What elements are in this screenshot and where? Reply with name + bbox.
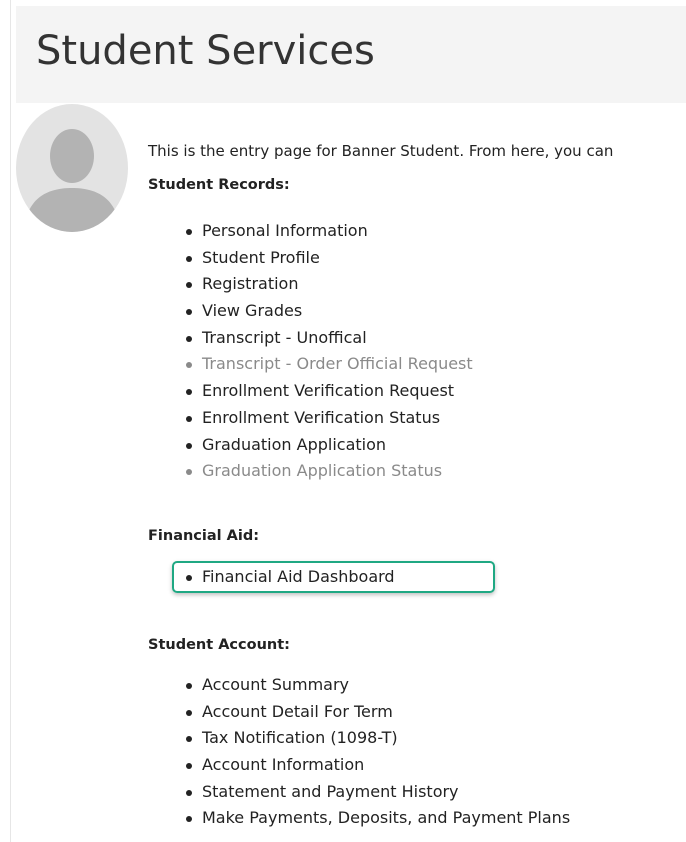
link-personal-information[interactable]: Personal Information bbox=[186, 218, 473, 245]
page-title: Student Services bbox=[36, 28, 375, 74]
link-enrollment-verification-status[interactable]: Enrollment Verification Status bbox=[186, 405, 473, 432]
intro-text: This is the entry page for Banner Studen… bbox=[148, 142, 614, 160]
link-account-information[interactable]: Account Information bbox=[186, 752, 570, 779]
section-heading-student-account: Student Account: bbox=[148, 637, 290, 653]
link-graduation-application[interactable]: Graduation Application bbox=[186, 432, 473, 459]
link-tax-notification[interactable]: Tax Notification (1098-T) bbox=[186, 725, 570, 752]
student-account-list: Account Summary Account Detail For Term … bbox=[186, 672, 570, 832]
page-left-border bbox=[10, 0, 11, 842]
link-graduation-application-status[interactable]: Graduation Application Status bbox=[186, 458, 473, 485]
section-heading-financial-aid: Financial Aid: bbox=[148, 528, 260, 544]
student-records-list: Personal Information Student Profile Reg… bbox=[186, 218, 473, 485]
section-heading-student-records: Student Records: bbox=[148, 177, 290, 193]
link-enrollment-verification-request[interactable]: Enrollment Verification Request bbox=[186, 378, 473, 405]
link-account-summary[interactable]: Account Summary bbox=[186, 672, 570, 699]
link-student-profile[interactable]: Student Profile bbox=[186, 245, 473, 272]
link-transcript-order-official[interactable]: Transcript - Order Official Request bbox=[186, 351, 473, 378]
page-header: Student Services bbox=[16, 6, 686, 103]
link-make-payments[interactable]: Make Payments, Deposits, and Payment Pla… bbox=[186, 805, 570, 832]
link-view-grades[interactable]: View Grades bbox=[186, 298, 473, 325]
link-statement-payment-history[interactable]: Statement and Payment History bbox=[186, 779, 570, 806]
student-services-page: Student Services This is the entry page … bbox=[0, 0, 686, 842]
financial-aid-dashboard-highlight bbox=[172, 561, 495, 593]
link-account-detail-for-term[interactable]: Account Detail For Term bbox=[186, 699, 570, 726]
default-user-avatar-icon bbox=[16, 104, 128, 232]
link-transcript-unofficial[interactable]: Transcript - Unoffical bbox=[186, 325, 473, 352]
link-registration[interactable]: Registration bbox=[186, 271, 473, 298]
